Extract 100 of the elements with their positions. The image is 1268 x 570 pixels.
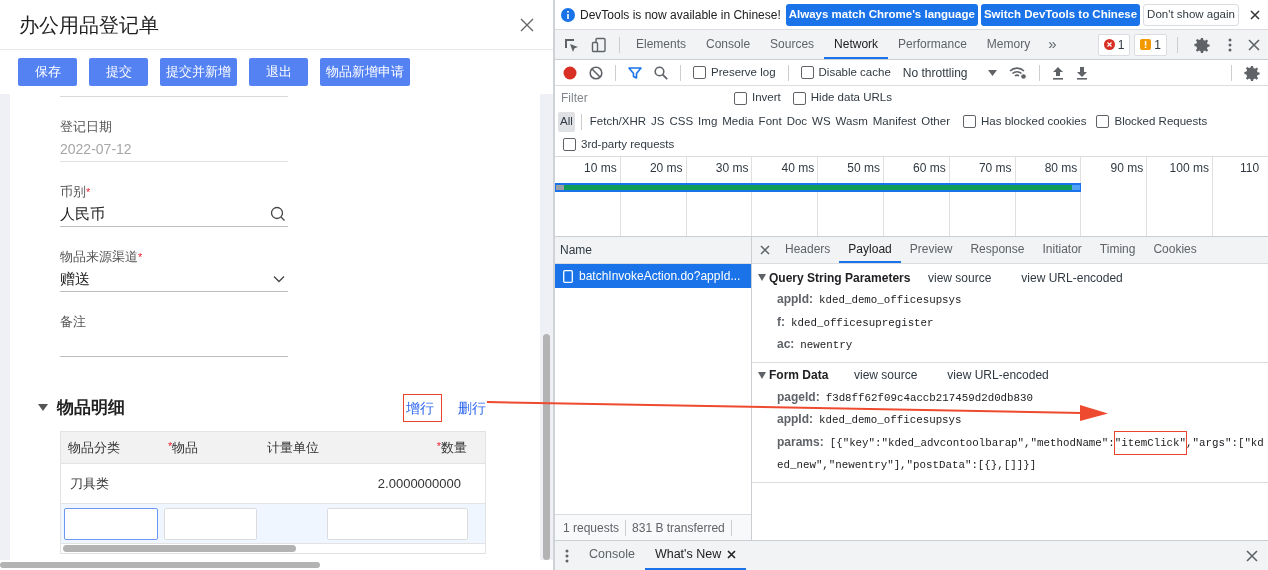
filter-type-button[interactable]: Media: [720, 111, 756, 132]
record-icon[interactable]: [563, 65, 577, 80]
checkbox[interactable]: [563, 138, 576, 151]
tab[interactable]: Payload: [839, 237, 901, 263]
toolbar-button[interactable]: 退出: [249, 58, 308, 86]
infobar-button[interactable]: Always match Chrome's language: [785, 3, 978, 26]
field-label: 登记日期: [60, 118, 112, 137]
tab[interactable]: Elements: [626, 30, 697, 59]
upload-icon[interactable]: [1051, 65, 1064, 80]
required-mark: *: [168, 438, 173, 452]
error-count-badge[interactable]: 1: [1097, 33, 1131, 56]
dropdown-arrow-icon: [987, 69, 997, 76]
column-header: 计量单位: [267, 438, 319, 457]
checkbox-label: Disable cache: [818, 64, 891, 80]
filter-type-button[interactable]: Doc: [784, 111, 810, 132]
filter-type-button[interactable]: Wasm: [833, 111, 870, 132]
input-field[interactable]: 赠送: [60, 267, 288, 292]
link[interactable]: view source: [854, 366, 918, 384]
checkbox[interactable]: [792, 91, 806, 105]
filter-type-button[interactable]: JS: [649, 111, 667, 132]
info-icon: [561, 7, 575, 22]
link[interactable]: 删行: [458, 397, 486, 419]
timeline-tick-label: 40 ms: [781, 161, 815, 175]
timeline-tick-label: 30 ms: [715, 161, 749, 175]
timeline-tick-label: 110: [1239, 161, 1260, 175]
search-icon[interactable]: [654, 65, 668, 80]
tab[interactable]: Headers: [776, 237, 840, 263]
tab[interactable]: Performance: [888, 30, 977, 59]
clear-icon[interactable]: [589, 65, 603, 80]
checkbox[interactable]: [1096, 115, 1110, 128]
scrollbar-thumb[interactable]: [63, 545, 296, 552]
checkbox-label: 3rd-party requests: [581, 136, 675, 152]
timeline-tick-label: 60 ms: [913, 161, 946, 175]
filter-icon[interactable]: [628, 65, 642, 80]
filter-type-button[interactable]: WS: [810, 111, 833, 132]
link[interactable]: view URL-encoded: [1021, 268, 1123, 287]
toolbar-button[interactable]: 提交: [89, 58, 148, 86]
scrollbar-thumb[interactable]: [0, 562, 320, 568]
scrollbar-thumb[interactable]: [543, 334, 550, 560]
toolbar-button[interactable]: 保存: [18, 58, 77, 86]
request-row[interactable]: batchInvokeAction.do?appId...: [555, 264, 751, 288]
close-icon[interactable]: [727, 550, 737, 559]
filter-type-button[interactable]: Manifest: [870, 111, 919, 132]
checkbox[interactable]: [800, 66, 814, 79]
infobar-button[interactable]: Switch DevTools to Chinese: [980, 3, 1141, 26]
caret-down-icon[interactable]: [758, 274, 766, 281]
tab[interactable]: Sources: [760, 30, 825, 59]
close-icon[interactable]: [1250, 9, 1260, 20]
input-field[interactable]: 人民币: [60, 202, 288, 227]
checkbox[interactable]: [963, 115, 976, 128]
toolbar-button[interactable]: 物品新增申请: [320, 58, 410, 86]
inspect-icon[interactable]: [563, 36, 579, 53]
tab[interactable]: What's New: [644, 541, 747, 570]
caret-down-icon[interactable]: [758, 371, 766, 379]
timeline-tick-label: 100 ms: [1169, 161, 1209, 175]
filter-type-button[interactable]: Fetch/XHR: [587, 111, 649, 132]
more-icon[interactable]: [1228, 37, 1232, 52]
filter-type-button[interactable]: Font: [756, 111, 784, 132]
tab[interactable]: Memory: [976, 30, 1041, 59]
tab[interactable]: Initiator: [1033, 237, 1091, 263]
more-tabs-button[interactable]: »: [1040, 30, 1065, 59]
filter-type-button[interactable]: Img: [696, 111, 720, 132]
checkbox-label: Invert: [752, 90, 781, 106]
throttling-dropdown[interactable]: No throttling: [902, 63, 997, 82]
download-icon[interactable]: [1075, 65, 1088, 80]
column-header: Name: [560, 242, 592, 259]
tab[interactable]: Response: [961, 237, 1034, 263]
toolbar-button[interactable]: 提交并新增: [160, 58, 237, 86]
more-icon[interactable]: [565, 548, 569, 563]
filter-type-button[interactable]: CSS: [667, 111, 696, 132]
infobar-button[interactable]: Don't show again: [1143, 3, 1239, 26]
tab[interactable]: Console: [579, 541, 645, 570]
field-label: 备注: [60, 313, 86, 332]
filter-type-button[interactable]: All: [558, 111, 575, 132]
tab[interactable]: Network: [824, 30, 889, 59]
timeline-tick-label: 70 ms: [978, 161, 1012, 175]
parameter: ac: newentry: [776, 336, 854, 353]
tab[interactable]: Console: [696, 30, 761, 59]
column-header: 物品: [172, 438, 199, 457]
filter-type-button[interactable]: Other: [919, 111, 952, 132]
tab[interactable]: Cookies: [1144, 237, 1206, 263]
checkbox[interactable]: [734, 91, 747, 105]
parameter: params: [{"key":"kded_advcontoolbarap","methodName":"itemClick","args":["kded_new","newentry"],"postData":[{},[]]}]: [752, 431, 1268, 477]
network-conditions-icon[interactable]: [1008, 65, 1027, 80]
input-field[interactable]: [64, 507, 158, 540]
warning-count-badge[interactable]: 1: [1134, 33, 1167, 56]
link[interactable]: view source: [928, 268, 992, 287]
tab[interactable]: Timing: [1090, 237, 1145, 263]
device-icon[interactable]: [591, 36, 607, 53]
link[interactable]: 增行: [406, 397, 434, 419]
link[interactable]: view URL-encoded: [947, 366, 1049, 384]
timeline-tick-label: 10 ms: [584, 161, 617, 175]
checkbox[interactable]: [693, 66, 706, 79]
info-message: DevTools is now available in Chinese!: [580, 6, 781, 24]
settings-icon[interactable]: [1194, 36, 1210, 53]
caret-down-icon[interactable]: [38, 404, 48, 412]
warning-icon: [1140, 39, 1152, 50]
section-title: 物品明细: [57, 397, 125, 420]
settings-icon[interactable]: [1244, 64, 1260, 81]
tab[interactable]: Preview: [900, 237, 962, 263]
